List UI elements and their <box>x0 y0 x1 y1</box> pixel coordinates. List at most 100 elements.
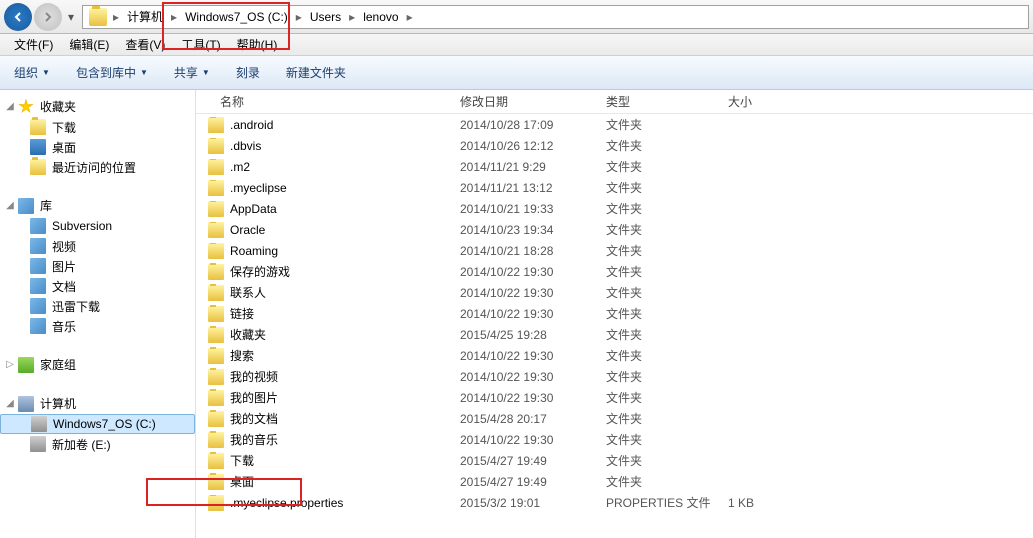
file-row[interactable]: 桌面2015/4/27 19:49文件夹 <box>196 471 1033 492</box>
file-name-cell: .android <box>196 117 452 133</box>
file-row[interactable]: 联系人2014/10/22 19:30文件夹 <box>196 282 1033 303</box>
sidebar-item[interactable]: 迅雷下载 <box>0 296 195 316</box>
toolbar-item[interactable]: 组织▼ <box>8 60 56 85</box>
folder-icon <box>208 264 224 280</box>
homegroup-group: ▷ 家庭组 <box>0 354 195 375</box>
file-row[interactable]: .dbvis2014/10/26 12:12文件夹 <box>196 135 1033 156</box>
chevron-right-icon[interactable]: ▸ <box>405 10 415 24</box>
toolbar-item[interactable]: 包含到库中▼ <box>70 60 154 85</box>
breadcrumb-lenovo[interactable]: lenovo <box>357 6 404 28</box>
file-row[interactable]: 我的音乐2014/10/22 19:30文件夹 <box>196 429 1033 450</box>
menu-item[interactable]: 编辑(E) <box>61 34 117 55</box>
sidebar-item[interactable]: Subversion <box>0 216 195 236</box>
lib-icon <box>30 258 46 274</box>
history-dropdown[interactable]: ▾ <box>64 3 78 31</box>
file-row[interactable]: .myeclipse2014/11/21 13:12文件夹 <box>196 177 1033 198</box>
collapse-icon[interactable]: ◢ <box>4 101 16 113</box>
toolbar-item[interactable]: 刻录 <box>230 60 266 85</box>
column-name[interactable]: 名称 <box>196 93 452 110</box>
sidebar-item[interactable]: 桌面 <box>0 137 195 157</box>
favorites-label: 收藏夹 <box>40 98 76 115</box>
column-date[interactable]: 修改日期 <box>452 93 598 110</box>
file-row[interactable]: 收藏夹2015/4/25 19:28文件夹 <box>196 324 1033 345</box>
folder-icon <box>208 390 224 406</box>
folder-icon <box>208 411 224 427</box>
file-row[interactable]: 链接2014/10/22 19:30文件夹 <box>196 303 1033 324</box>
sidebar-item[interactable]: 视频 <box>0 236 195 256</box>
chevron-right-icon[interactable]: ▸ <box>111 10 121 24</box>
file-name-cell: 保存的游戏 <box>196 263 452 280</box>
file-name: .android <box>230 118 273 132</box>
collapse-icon[interactable]: ◢ <box>4 200 16 212</box>
file-type: 文件夹 <box>598 326 720 343</box>
sidebar-item[interactable]: Windows7_OS (C:) <box>0 414 195 434</box>
file-row[interactable]: .m22014/11/21 9:29文件夹 <box>196 156 1033 177</box>
folder-icon <box>208 201 224 217</box>
sidebar-item[interactable]: 最近访问的位置 <box>0 157 195 177</box>
sidebar-item[interactable]: 下载 <box>0 117 195 137</box>
file-row[interactable]: AppData2014/10/21 19:33文件夹 <box>196 198 1033 219</box>
breadcrumb-users[interactable]: Users <box>304 6 347 28</box>
file-date: 2014/11/21 9:29 <box>452 160 598 174</box>
file-row[interactable]: Roaming2014/10/21 18:28文件夹 <box>196 240 1033 261</box>
chevron-right-icon[interactable]: ▸ <box>347 10 357 24</box>
file-name-cell: 桌面 <box>196 473 452 490</box>
file-type: 文件夹 <box>598 263 720 280</box>
navigation-bar: ▾ ▸ 计算机 ▸ Windows7_OS (C:) ▸ Users ▸ len… <box>0 0 1033 34</box>
file-row[interactable]: .android2014/10/28 17:09文件夹 <box>196 114 1033 135</box>
file-name: 下载 <box>230 452 254 469</box>
expand-icon[interactable]: ▷ <box>4 359 16 371</box>
favorites-header[interactable]: ◢ 收藏夹 <box>0 96 195 117</box>
folder-icon <box>208 369 224 385</box>
lib-icon <box>30 318 46 334</box>
libraries-header[interactable]: ◢ 库 <box>0 195 195 216</box>
address-bar[interactable]: ▸ 计算机 ▸ Windows7_OS (C:) ▸ Users ▸ lenov… <box>82 5 1029 29</box>
file-row[interactable]: Oracle2014/10/23 19:34文件夹 <box>196 219 1033 240</box>
collapse-icon[interactable]: ◢ <box>4 398 16 410</box>
breadcrumb-computer[interactable]: 计算机 <box>121 6 169 28</box>
file-row[interactable]: 我的文档2015/4/28 20:17文件夹 <box>196 408 1033 429</box>
file-name-cell: 下载 <box>196 452 452 469</box>
file-name-cell: .m2 <box>196 159 452 175</box>
breadcrumb-drive[interactable]: Windows7_OS (C:) <box>179 6 294 28</box>
homegroup-icon <box>18 357 34 373</box>
sidebar-item-label: 迅雷下载 <box>52 298 100 315</box>
file-row[interactable]: 搜索2014/10/22 19:30文件夹 <box>196 345 1033 366</box>
menu-item[interactable]: 文件(F) <box>6 34 61 55</box>
file-row[interactable]: 下载2015/4/27 19:49文件夹 <box>196 450 1033 471</box>
toolbar-item[interactable]: 新建文件夹 <box>280 60 352 85</box>
sidebar-item[interactable]: 新加卷 (E:) <box>0 434 195 454</box>
favorites-group: ◢ 收藏夹 下载桌面最近访问的位置 <box>0 96 195 177</box>
file-row[interactable]: 我的图片2014/10/22 19:30文件夹 <box>196 387 1033 408</box>
folder-icon <box>208 474 224 490</box>
folder-icon <box>208 495 224 511</box>
computer-header[interactable]: ◢ 计算机 <box>0 393 195 414</box>
file-type: 文件夹 <box>598 137 720 154</box>
menu-item[interactable]: 帮助(H) <box>229 34 286 55</box>
forward-button[interactable] <box>34 3 62 31</box>
column-headers: 名称 修改日期 类型 大小 <box>196 90 1033 114</box>
file-type: 文件夹 <box>598 200 720 217</box>
menu-item[interactable]: 工具(T) <box>173 34 228 55</box>
toolbar-item[interactable]: 共享▼ <box>168 60 216 85</box>
chevron-right-icon[interactable]: ▸ <box>294 10 304 24</box>
file-row[interactable]: 保存的游戏2014/10/22 19:30文件夹 <box>196 261 1033 282</box>
chevron-right-icon[interactable]: ▸ <box>169 10 179 24</box>
sidebar-item[interactable]: 文档 <box>0 276 195 296</box>
file-name: 我的文档 <box>230 410 278 427</box>
folder-icon <box>208 432 224 448</box>
file-name: 我的音乐 <box>230 431 278 448</box>
file-row[interactable]: .myeclipse.properties2015/3/2 19:01PROPE… <box>196 492 1033 513</box>
menu-item[interactable]: 查看(V) <box>117 34 173 55</box>
homegroup-header[interactable]: ▷ 家庭组 <box>0 354 195 375</box>
sidebar-item[interactable]: 音乐 <box>0 316 195 336</box>
column-size[interactable]: 大小 <box>720 93 820 110</box>
sidebar-item[interactable]: 图片 <box>0 256 195 276</box>
lib-icon <box>30 278 46 294</box>
file-row[interactable]: 我的视频2014/10/22 19:30文件夹 <box>196 366 1033 387</box>
column-type[interactable]: 类型 <box>598 93 720 110</box>
back-button[interactable] <box>4 3 32 31</box>
sidebar-item-label: 图片 <box>52 258 76 275</box>
desktop-icon <box>30 139 46 155</box>
file-name-cell: 联系人 <box>196 284 452 301</box>
